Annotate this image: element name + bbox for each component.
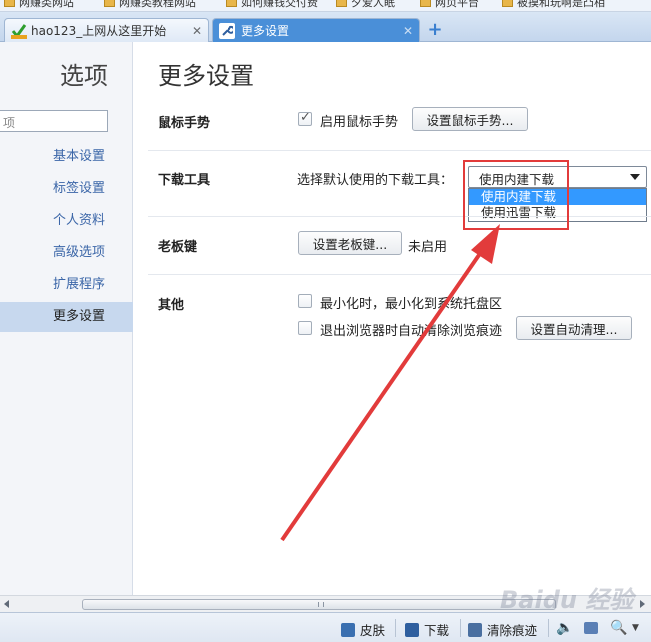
divider xyxy=(148,216,651,217)
sidebar-item-basic[interactable]: 基本设置 xyxy=(0,142,133,172)
mouse-gesture-checkbox-label: 启用鼠标手势 xyxy=(320,115,399,130)
bookmark-item[interactable]: 网页平台 xyxy=(420,0,479,9)
tab-label: hao123_上网从这里开始 xyxy=(31,24,167,38)
folder-icon xyxy=(502,0,513,7)
folder-icon xyxy=(336,0,347,7)
tab-strip: hao123_上网从这里开始 ✕ 更多设置 ✕ + xyxy=(0,12,651,42)
grip-icon xyxy=(318,602,324,607)
download-arrow-icon xyxy=(405,622,419,637)
status-bar: 皮肤 下载 清除痕迹 🔈 🔍 ▼ xyxy=(0,612,651,642)
folder-icon xyxy=(4,0,15,7)
sidebar-item-more-settings[interactable]: 更多设置 xyxy=(0,302,133,332)
sidebar-item-profile[interactable]: 个人资料 xyxy=(0,206,133,236)
device-icon[interactable] xyxy=(584,622,598,634)
separator xyxy=(460,619,461,637)
folder-icon xyxy=(104,0,115,7)
bookmark-item[interactable]: 网赚类教程网站 xyxy=(104,0,196,9)
speaker-icon[interactable]: 🔈 xyxy=(556,620,573,636)
clear-traces-button[interactable]: 清除痕迹 xyxy=(468,620,537,639)
scrollbar-thumb[interactable] xyxy=(82,599,556,610)
bookmark-item[interactable]: 夕爱人眠 xyxy=(336,0,395,9)
tab-hao123[interactable]: hao123_上网从这里开始 ✕ xyxy=(4,18,209,42)
bookmark-item[interactable]: 网赚类网站 xyxy=(4,0,74,9)
chevron-down-icon[interactable]: ▼ xyxy=(632,623,639,633)
tab-label: 更多设置 xyxy=(241,24,290,38)
close-tab-icon[interactable]: ✕ xyxy=(192,24,202,38)
skin-button[interactable]: 皮肤 xyxy=(341,620,385,639)
new-tab-button[interactable]: + xyxy=(424,19,446,40)
close-tab-icon[interactable]: ✕ xyxy=(403,24,413,38)
zoom-icon[interactable]: 🔍 xyxy=(610,620,627,636)
broom-icon xyxy=(468,622,482,637)
divider xyxy=(148,150,651,151)
mouse-gesture-checkbox[interactable] xyxy=(298,110,312,126)
chevron-down-icon xyxy=(630,174,640,180)
download-tool-prompt: 选择默认使用的下载工具： xyxy=(297,173,454,188)
sidebar-item-tabs[interactable]: 标签设置 xyxy=(0,174,133,204)
page-title: 更多设置 xyxy=(158,62,254,90)
set-mouse-gesture-button[interactable]: 设置鼠标手势... xyxy=(412,107,528,131)
clear-label: 清除痕迹 xyxy=(487,623,538,638)
tab-more-settings[interactable]: 更多设置 ✕ xyxy=(212,18,420,42)
sidebar: 选项 项 基本设置 标签设置 个人资料 高级选项 扩展程序 更多设置 xyxy=(0,42,133,595)
section-mouse-gesture-label: 鼠标手势 xyxy=(158,116,211,131)
bookmarks-bar: 网赚类网站 网赚类教程网站 如何赚钱交付费 夕爱人眠 网页平台 被摸和玩啊是凸相 xyxy=(0,0,651,12)
bookmark-item[interactable]: 被摸和玩啊是凸相 xyxy=(502,0,605,9)
download-label: 下载 xyxy=(424,623,450,638)
sidebar-item-extensions[interactable]: 扩展程序 xyxy=(0,270,133,300)
set-auto-clear-button[interactable]: 设置自动清理... xyxy=(516,316,632,340)
search-input[interactable]: 项 xyxy=(0,110,108,132)
annotation-arrow-icon xyxy=(280,224,500,542)
scroll-left-icon[interactable] xyxy=(4,600,9,608)
shirt-icon xyxy=(341,622,355,637)
skin-label: 皮肤 xyxy=(360,623,386,638)
section-boss-key-label: 老板键 xyxy=(158,240,198,255)
section-download-label: 下载工具 xyxy=(158,173,211,188)
scroll-right-icon[interactable] xyxy=(640,600,645,608)
section-other-label: 其他 xyxy=(158,298,185,313)
folder-icon xyxy=(226,0,237,7)
sidebar-item-advanced[interactable]: 高级选项 xyxy=(0,238,133,268)
separator xyxy=(395,619,396,637)
folder-icon xyxy=(420,0,431,7)
sidebar-title: 选项 xyxy=(60,62,108,90)
download-button[interactable]: 下载 xyxy=(405,620,449,639)
wrench-icon xyxy=(219,22,235,39)
separator xyxy=(548,619,549,637)
bookmark-item[interactable]: 如何赚钱交付费 xyxy=(226,0,318,9)
hao123-logo-icon xyxy=(11,23,27,39)
baidu-watermark: Baidu 经验 xyxy=(500,586,634,614)
